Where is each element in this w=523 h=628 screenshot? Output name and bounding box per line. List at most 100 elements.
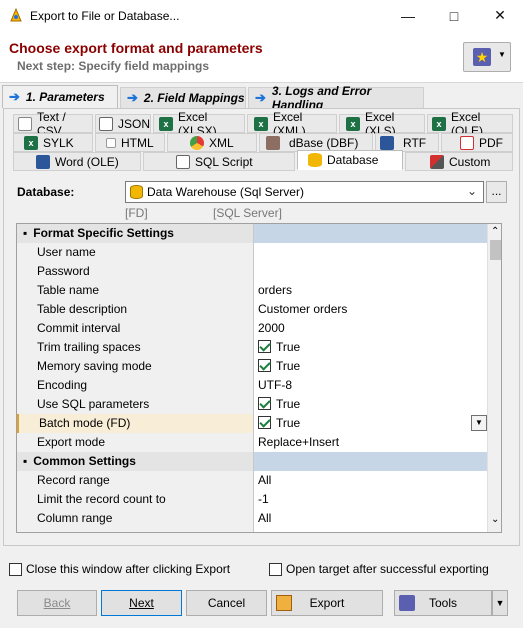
property-value[interactable]: 2000 <box>254 319 487 338</box>
tab-text-csv[interactable]: Text / CSV <box>13 110 93 138</box>
checkbox-box[interactable] <box>9 562 22 576</box>
database-icon <box>308 153 322 167</box>
tab-label: 2. Field Mappings <box>143 91 245 105</box>
property-value-text: -1 <box>258 492 269 506</box>
page-title: Choose export format and parameters <box>9 40 263 56</box>
checkbox-checked[interactable] <box>258 359 271 372</box>
chevron-down-icon: ▼ <box>495 598 505 608</box>
database-browse-button[interactable]: ... <box>486 181 507 203</box>
json-icon <box>99 116 113 131</box>
maximize-icon[interactable]: □ <box>431 0 477 31</box>
arrow-right-icon: ➔ <box>9 89 20 104</box>
text-file-icon <box>18 116 32 131</box>
property-row[interactable]: Memory saving mode True <box>17 357 487 376</box>
database-select[interactable]: Data Warehouse (Sql Server) ⌄ <box>125 181 484 203</box>
tab-database[interactable]: Database <box>297 150 403 170</box>
favorites-button[interactable]: ★ ▼ <box>463 42 511 72</box>
property-row[interactable]: Table description Customer orders <box>17 300 487 319</box>
tab-excel-ole[interactable]: x Excel (OLE) <box>427 110 513 138</box>
property-row[interactable]: Encoding UTF-8 <box>17 376 487 395</box>
property-value[interactable]: UTF-8 <box>254 376 487 395</box>
collapse-icon[interactable]: ▪ <box>23 226 27 240</box>
tools-button[interactable]: Tools <box>394 590 492 616</box>
tab-label: RTF <box>403 135 427 150</box>
button-label: Export <box>309 596 345 610</box>
property-row[interactable]: Record range All <box>17 471 487 490</box>
property-value[interactable] <box>254 243 487 262</box>
category-common[interactable]: ▪ Common Settings <box>17 452 487 471</box>
property-row[interactable]: Trim trailing spaces True <box>17 338 487 357</box>
property-value[interactable]: True <box>254 338 487 357</box>
checkbox-checked[interactable] <box>258 416 271 429</box>
collapse-icon[interactable]: ▪ <box>23 454 27 468</box>
tools-dropdown-button[interactable]: ▼ <box>492 590 508 616</box>
script-icon <box>176 154 190 169</box>
property-row[interactable]: Use SQL parameters True <box>17 395 487 414</box>
tab-word-ole[interactable]: Word (OLE) <box>13 152 141 171</box>
tab-label: XML <box>209 135 234 150</box>
arrow-right-icon: ➔ <box>255 90 266 105</box>
tab-parameters[interactable]: ➔ 1. Parameters <box>2 85 118 108</box>
property-value-text: True <box>276 359 301 373</box>
checkbox-box[interactable] <box>269 562 282 576</box>
tab-excel-xls[interactable]: x Excel (XLS) <box>339 110 425 138</box>
property-value[interactable]: -1 <box>254 490 487 509</box>
property-name: Limit the record count to <box>17 490 254 509</box>
toolbox-icon <box>399 595 415 611</box>
tab-html[interactable]: HTML <box>95 133 165 152</box>
checkbox-checked[interactable] <box>258 397 271 410</box>
tab-xml[interactable]: XML <box>167 133 257 152</box>
property-value[interactable]: Replace+Insert <box>254 433 487 452</box>
close-icon[interactable]: ✕ <box>477 0 523 31</box>
property-name: Commit interval <box>17 319 254 338</box>
tab-label: JSON <box>118 116 151 131</box>
back-button[interactable]: Back <box>17 590 97 616</box>
close-after-checkbox[interactable]: Close this window after clicking Export <box>9 562 230 576</box>
tab-excel-xml[interactable]: x Excel (XML) <box>247 110 337 138</box>
property-name: Batch mode (FD) <box>17 414 254 433</box>
next-button[interactable]: Next <box>101 590 182 616</box>
vertical-scrollbar[interactable]: ⌃ ⌄ <box>487 224 501 532</box>
dropdown-arrow-icon[interactable]: ▼ <box>471 415 487 431</box>
property-row[interactable]: Commit interval 2000 <box>17 319 487 338</box>
property-row[interactable]: Password <box>17 262 487 281</box>
tab-pdf[interactable]: PDF <box>441 133 513 152</box>
scroll-down-icon[interactable]: ⌄ <box>491 514 499 525</box>
checkbox-checked[interactable] <box>258 340 271 353</box>
open-target-checkbox[interactable]: Open target after successful exporting <box>269 562 489 576</box>
button-label: Tools <box>428 596 457 610</box>
property-row[interactable]: Limit the record count to -1 <box>17 490 487 509</box>
property-value[interactable] <box>254 262 487 281</box>
property-value-text: UTF-8 <box>258 378 292 392</box>
scroll-thumb[interactable] <box>490 240 501 260</box>
minimize-icon[interactable]: — <box>385 0 431 31</box>
category-format-specific[interactable]: ▪ Format Specific Settings <box>17 224 487 243</box>
tab-json[interactable]: JSON <box>95 114 151 133</box>
tab-custom[interactable]: Custom <box>405 152 513 171</box>
scroll-up-icon[interactable]: ⌃ <box>491 226 499 237</box>
button-label: Back <box>43 596 71 610</box>
excel-icon: x <box>254 116 268 131</box>
property-name: Trim trailing spaces <box>17 338 254 357</box>
property-row[interactable]: User name <box>17 243 487 262</box>
cancel-button[interactable]: Cancel <box>186 590 267 616</box>
property-value[interactable]: All <box>254 509 487 528</box>
property-value[interactable]: orders <box>254 281 487 300</box>
export-button[interactable]: Export <box>271 590 383 616</box>
tab-excel-xlsx[interactable]: x Excel (XLSX) <box>153 110 245 138</box>
property-row[interactable]: Export mode Replace+Insert <box>17 433 487 452</box>
property-value[interactable]: All <box>254 471 487 490</box>
property-value[interactable]: True <box>254 395 487 414</box>
property-value-text: 2000 <box>258 321 285 335</box>
property-value[interactable]: Customer orders <box>254 300 487 319</box>
property-value[interactable]: True <box>254 357 487 376</box>
tab-logs-error-handling[interactable]: ➔ 3. Logs and Error Handling <box>248 84 424 112</box>
tab-field-mappings[interactable]: ➔ 2. Field Mappings <box>120 87 246 108</box>
tab-sylk[interactable]: x SYLK <box>13 133 93 152</box>
property-row[interactable]: Column range All <box>17 509 487 528</box>
property-value[interactable]: True ▼ <box>254 414 487 433</box>
property-grid[interactable]: ▪ Format Specific Settings User name Passw… <box>16 223 502 533</box>
property-row[interactable]: Batch mode (FD) True ▼ <box>17 414 487 433</box>
tab-sql-script[interactable]: SQL Script <box>143 152 295 171</box>
property-row[interactable]: Table name orders <box>17 281 487 300</box>
